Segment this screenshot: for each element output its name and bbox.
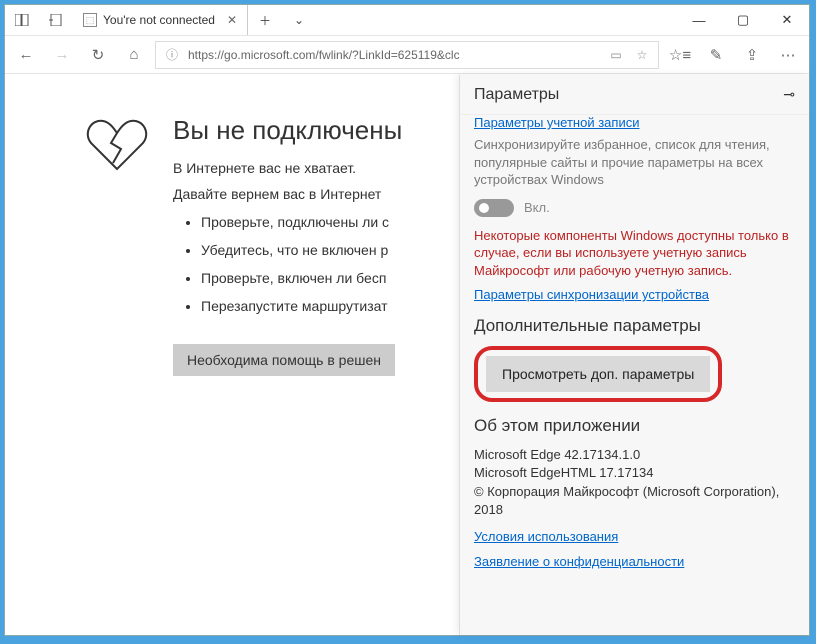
- device-sync-link[interactable]: Параметры синхронизации устройства: [474, 287, 709, 302]
- close-window-button[interactable]: ✕: [765, 5, 809, 35]
- settings-panel: Параметры ⊸ Параметры учетной записи Син…: [459, 75, 809, 635]
- pin-icon[interactable]: ⊸: [783, 86, 795, 103]
- advanced-heading: Дополнительные параметры: [474, 316, 795, 336]
- about-heading: Об этом приложении: [474, 416, 795, 436]
- tab-chevron-icon[interactable]: ⌄: [282, 5, 316, 35]
- annotation-highlight: Просмотреть доп. параметры: [474, 346, 722, 402]
- new-tab-button[interactable]: ＋: [248, 5, 282, 35]
- error-subtext-1: В Интернете вас не хватает.: [173, 160, 402, 176]
- toggle-label: Вкл.: [524, 200, 550, 215]
- page-icon: ⬚: [83, 13, 97, 27]
- about-line-2: Microsoft EdgeHTML 17.17134: [474, 464, 795, 482]
- account-warning-text: Некоторые компоненты Windows доступны то…: [474, 227, 795, 280]
- account-settings-link[interactable]: Параметры учетной записи: [474, 115, 639, 130]
- more-icon[interactable]: ⋯: [773, 40, 803, 70]
- view-advanced-button[interactable]: Просмотреть доп. параметры: [486, 356, 710, 392]
- terms-link[interactable]: Условия использования: [474, 529, 618, 544]
- address-bar[interactable]: ⓘ https://go.microsoft.com/fwlink/?LinkI…: [155, 41, 659, 69]
- browser-tab[interactable]: ⬚ You're not connected ✕: [73, 5, 248, 35]
- help-button[interactable]: Необходима помощь в решен: [173, 344, 395, 376]
- broken-heart-icon: [85, 115, 149, 376]
- tab-title: You're not connected: [103, 13, 215, 27]
- reading-view-icon[interactable]: ▭: [606, 48, 626, 62]
- list-item: Проверьте, включен ли бесп: [201, 270, 402, 286]
- home-button[interactable]: ⌂: [119, 40, 149, 70]
- privacy-link[interactable]: Заявление о конфиденциальности: [474, 554, 684, 569]
- sync-toggle[interactable]: [474, 199, 514, 217]
- list-item: Убедитесь, что не включен р: [201, 242, 402, 258]
- close-tab-icon[interactable]: ✕: [227, 13, 237, 27]
- site-info-icon[interactable]: ⓘ: [162, 46, 182, 63]
- minimize-button[interactable]: —: [677, 5, 721, 35]
- about-block: Microsoft Edge 42.17134.1.0 Microsoft Ed…: [474, 446, 795, 519]
- error-suggestion-list: Проверьте, подключены ли с Убедитесь, чт…: [201, 214, 402, 314]
- sync-description: Синхронизируйте избранное, список для чт…: [474, 136, 795, 189]
- titlebar: ⬚ You're not connected ✕ ＋ ⌄ — ▢ ✕: [5, 5, 809, 36]
- set-aside-tabs-icon[interactable]: [39, 5, 73, 35]
- back-button[interactable]: ←: [11, 40, 41, 70]
- maximize-button[interactable]: ▢: [721, 5, 765, 35]
- address-toolbar: ← → ↻ ⌂ ⓘ https://go.microsoft.com/fwlin…: [5, 36, 809, 74]
- about-line-1: Microsoft Edge 42.17134.1.0: [474, 446, 795, 464]
- notes-icon[interactable]: ✎: [701, 40, 731, 70]
- tabs-aside-icon[interactable]: [5, 5, 39, 35]
- list-item: Перезапустите маршрутизат: [201, 298, 402, 314]
- panel-title: Параметры: [474, 86, 559, 104]
- url-text: https://go.microsoft.com/fwlink/?LinkId=…: [188, 48, 600, 62]
- share-icon[interactable]: ⇪: [737, 40, 767, 70]
- about-line-3: © Корпорация Майкрософт (Microsoft Corpo…: [474, 483, 795, 519]
- error-heading: Вы не подключены: [173, 115, 402, 146]
- list-item: Проверьте, подключены ли с: [201, 214, 402, 230]
- forward-button[interactable]: →: [47, 40, 77, 70]
- favorites-hub-icon[interactable]: ☆≡: [665, 40, 695, 70]
- favorite-star-icon[interactable]: ☆: [632, 48, 652, 62]
- refresh-button[interactable]: ↻: [83, 40, 113, 70]
- error-subtext-2: Давайте вернем вас в Интернет: [173, 186, 402, 202]
